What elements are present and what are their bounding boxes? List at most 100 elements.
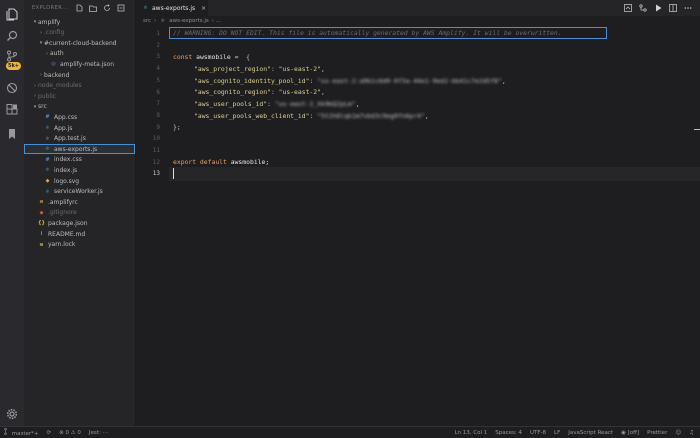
notifications-icon[interactable]: ♫ [689, 430, 694, 436]
git-file-icon: ◆ [39, 209, 44, 216]
error-count: 0 [65, 429, 69, 436]
jest-status[interactable]: Jest: ⋯ [89, 430, 108, 436]
feedback-icon[interactable]: ☺ [675, 430, 681, 436]
files-icon[interactable] [4, 6, 20, 22]
collapse-all-icon[interactable] [117, 4, 125, 12]
variable-name: awsmobile [196, 53, 231, 61]
tree-item-label: serviceWorker.js [54, 188, 103, 196]
more-actions-icon[interactable] [684, 4, 692, 12]
tree-item[interactable]: ◆ .gitignore [24, 208, 135, 218]
tree-item[interactable]: ◆ logo.svg [24, 176, 135, 186]
tree-item[interactable]: ▾ src [24, 102, 135, 112]
status-bar: master*+ ⟳ ⊗ 0 ⚠ 0 Jest: ⋯ Ln 13, Col 1 … [0, 426, 700, 438]
open-changes-icon[interactable] [639, 4, 647, 12]
tree-item[interactable]: ⚛ App.js [24, 123, 135, 133]
line-number[interactable]: 12 [146, 159, 160, 166]
tree-item[interactable]: ⚛ index.js [24, 165, 135, 175]
encoding[interactable]: UTF-8 [530, 430, 546, 436]
breadcrumb: src › ⚛ aws-exports.js › ... [136, 16, 221, 26]
line-number[interactable]: 13 [146, 170, 160, 177]
line-number[interactable]: 8 [146, 112, 160, 119]
gear-icon[interactable] [4, 406, 20, 422]
live-share[interactable]: ◉ [off] [621, 430, 639, 436]
extensions-icon[interactable] [4, 102, 20, 118]
problems-indicator[interactable]: ⊗ 0 ⚠ 0 [59, 430, 81, 436]
tree-item-label: index.js [54, 166, 78, 174]
refresh-icon[interactable] [103, 4, 111, 12]
lock-file-icon: ≡ [39, 241, 44, 248]
property-value: "us-east-2" [278, 65, 321, 73]
tree-item[interactable]: ◎ amplify-meta.json [24, 59, 135, 69]
tree-item[interactable]: › auth [24, 49, 135, 59]
new-file-icon[interactable] [75, 4, 83, 12]
property-key: "aws_user_pools_web_client_id" [194, 111, 310, 120]
tree-item[interactable]: i README.md [24, 229, 135, 239]
react-file-icon: ⚛ [160, 18, 165, 24]
tree-item[interactable]: ≡ yarn.lock [24, 240, 135, 250]
bookmark-icon[interactable] [4, 126, 20, 142]
json-file-icon: {} [37, 220, 46, 227]
tree-item-label: App.test.js [54, 135, 86, 143]
tree-item-label: backend [44, 71, 70, 79]
compare-icon[interactable] [624, 4, 632, 12]
code-editor[interactable]: 1 2 3 4 5 6 7 8 9 10 11 12 13 // WARNING: DO NOT EDI… [136, 26, 700, 426]
close-icon[interactable]: × [201, 5, 206, 12]
tree-item[interactable]: # App.css [24, 112, 135, 122]
assign-open: = { [230, 53, 250, 61]
explorer-sidebar: EXPLORER... ▾ amplify › .config ▾ #current-cl… [24, 0, 136, 426]
tree-item[interactable]: ▾ amplify [24, 17, 135, 27]
redacted-value: "us-east-2_Xk9bQ2pLm" [274, 100, 356, 109]
warning-comment: // WARNING: DO NOT EDIT. This file is au… [173, 29, 562, 37]
language-mode[interactable]: JavaScript React [568, 430, 613, 436]
search-icon[interactable] [4, 28, 20, 44]
tree-item-label: amplify-meta.json [60, 60, 115, 68]
tree-item-label: aws-exports.js [54, 145, 98, 153]
line-number[interactable]: 3 [146, 53, 160, 60]
new-folder-icon[interactable] [89, 4, 97, 12]
tree-item[interactable]: ▾ #current-cloud-backend [24, 38, 135, 48]
sync-icon[interactable]: ⟳ [47, 430, 52, 436]
line-number[interactable]: 5 [146, 77, 160, 84]
tree-item-label: index.css [54, 156, 82, 164]
js-file-icon: ⚛ [45, 146, 50, 153]
breadcrumb-separator: › [154, 18, 157, 24]
cursor-position[interactable]: Ln 13, Col 1 [454, 430, 487, 436]
tab-aws-exports[interactable]: ⚛ aws-exports.js × [136, 0, 208, 16]
tree-item[interactable]: › public [24, 91, 135, 101]
tree-item[interactable]: ⚛ App.test.js [24, 134, 135, 144]
breadcrumb-file[interactable]: aws-exports.js [169, 18, 209, 24]
line-number[interactable]: 6 [146, 89, 160, 96]
tree-item[interactable]: › node_modules [24, 81, 135, 91]
debug-icon[interactable] [4, 80, 20, 96]
property-key: "aws_cognito_region" [194, 88, 271, 97]
run-icon[interactable] [654, 4, 662, 12]
line-number[interactable]: 2 [146, 42, 160, 49]
line-number[interactable]: 11 [146, 147, 160, 154]
warning-icon: ⚠ [70, 429, 76, 436]
indentation[interactable]: Spaces: 4 [495, 430, 522, 436]
line-number[interactable]: 7 [146, 100, 160, 107]
end-of-line[interactable]: LF [554, 430, 560, 436]
react-file-icon: ⚛ [143, 5, 148, 11]
line-number[interactable]: 9 [146, 124, 160, 131]
breadcrumb-more[interactable]: › ... [212, 18, 221, 24]
line-number[interactable]: 4 [146, 65, 160, 72]
split-editor-icon[interactable] [669, 4, 677, 12]
tree-item[interactable]: › .config [24, 28, 135, 38]
line-number[interactable]: 1 [146, 30, 160, 37]
config-property: "aws_cognito_region": "us-east-2", [194, 88, 325, 97]
tree-item[interactable]: # index.css [24, 155, 135, 165]
tree-item[interactable]: {} package.json [24, 218, 135, 228]
tree-item-label: .config [44, 29, 65, 37]
tree-item-label: App.js [54, 124, 73, 132]
formatter[interactable]: Prettier [647, 430, 667, 436]
tree-item[interactable]: ⚛ serviceWorker.js [24, 187, 135, 197]
breadcrumb-folder[interactable]: src [143, 18, 151, 24]
tree-item[interactable]: ≡ .amplifyrc [24, 197, 135, 207]
line-number[interactable]: 10 [146, 135, 160, 142]
tree-item[interactable]: ⚛ aws-exports.js [24, 144, 135, 155]
tree-item[interactable]: › backend [24, 70, 135, 80]
redacted-value: "5t2h8lqk1m7vbd3c9eg0fn6pr4" [317, 111, 425, 120]
jest-label: Jest: [88, 429, 103, 436]
git-branch[interactable]: master*+ [4, 428, 39, 437]
